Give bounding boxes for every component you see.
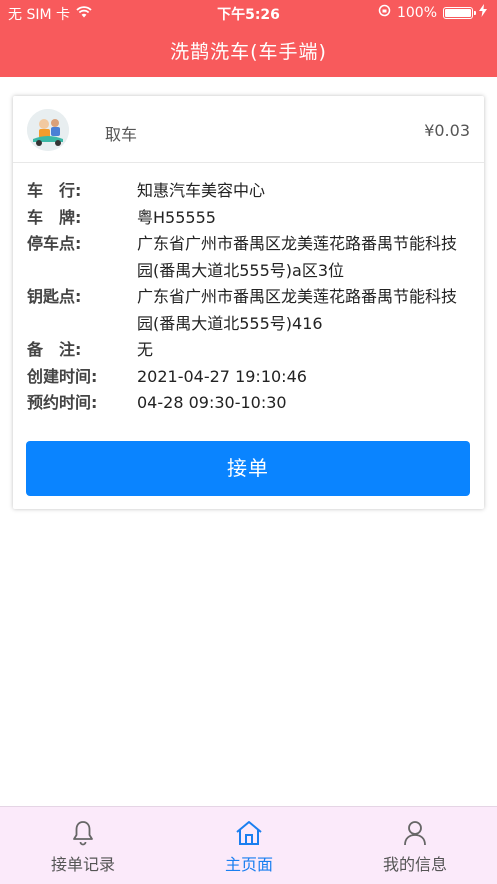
detail-row-created: 创建时间: 2021-04-27 19:10:46 <box>27 364 467 391</box>
battery-percent: 100% <box>396 4 437 21</box>
detail-row-note: 备 注: 无 <box>27 337 467 364</box>
service-avatar <box>27 109 69 151</box>
detail-label: 钥匙点: <box>27 287 82 306</box>
tab-label: 接单记录 <box>50 855 115 874</box>
battery-fill <box>445 8 471 17</box>
detail-value: 广东省广州市番禺区龙美莲花路番禺节能科技园(番禺大道北555号)416 <box>137 287 458 333</box>
battery-icon <box>443 6 476 19</box>
accept-order-button[interactable]: 接单 <box>26 441 470 496</box>
tab-order-records[interactable]: 接单记录 <box>0 807 166 884</box>
status-bar: 无 SIM 卡 下午5:26 100% <box>0 0 497 26</box>
detail-label: 停车点: <box>27 234 82 253</box>
detail-label: 车 牌: <box>27 207 82 227</box>
detail-value: 广东省广州市番禺区龙美莲花路番禺节能科技园(番禺大道北555号)a区3位 <box>137 234 458 280</box>
order-card: 取车 ¥0.03 车 行: 知惠汽车美容中心 车 牌: 粤H55555 停车点:… <box>13 96 484 509</box>
tab-label: 我的信息 <box>382 855 447 874</box>
detail-label: 预约时间: <box>27 393 98 412</box>
order-price: ¥0.03 <box>424 121 470 140</box>
detail-label: 备 注: <box>27 340 82 359</box>
detail-row-key: 钥匙点: 广东省广州市番禺区龙美莲花路番禺节能科技园(番禺大道北555号)416 <box>27 284 467 337</box>
order-details: 车 行: 知惠汽车美容中心 车 牌: 粤H55555 停车点: 广东省广州市番禺… <box>27 178 467 417</box>
bell-icon <box>0 819 166 847</box>
person-icon <box>332 819 497 847</box>
home-icon <box>166 819 332 847</box>
detail-value: 2021-04-27 19:10:46 <box>137 366 307 386</box>
detail-value: 04-28 09:30-10:30 <box>137 393 287 412</box>
detail-label: 创建时间: <box>27 366 98 386</box>
detail-row-appointment: 预约时间: 04-28 09:30-10:30 <box>27 390 467 417</box>
app-header: 无 SIM 卡 下午5:26 100% 洗鹊洗车(车手端) <box>0 0 497 77</box>
page-title: 洗鹊洗车(车手端) <box>170 41 327 63</box>
detail-value: 粤H55555 <box>137 207 216 227</box>
tab-home[interactable]: 主页面 <box>166 807 332 884</box>
charging-icon <box>479 4 487 21</box>
detail-value: 无 <box>137 340 154 359</box>
rotation-lock-icon <box>378 4 391 21</box>
detail-value: 知惠汽车美容中心 <box>137 181 266 200</box>
detail-row-plate: 车 牌: 粤H55555 <box>27 205 467 232</box>
detail-label: 车 行: <box>27 181 82 200</box>
tab-bar: 接单记录 主页面 我的信息 <box>0 806 497 884</box>
detail-row-dealer: 车 行: 知惠汽车美容中心 <box>27 178 467 205</box>
tab-my-info[interactable]: 我的信息 <box>332 807 497 884</box>
tab-label: 主页面 <box>224 855 273 874</box>
detail-row-parking: 停车点: 广东省广州市番禺区龙美莲花路番禺节能科技园(番禺大道北555号)a区3… <box>27 231 467 284</box>
status-right: 100% <box>378 4 487 21</box>
service-type: 取车 <box>105 125 138 144</box>
order-card-header: 取车 ¥0.03 <box>13 96 484 163</box>
